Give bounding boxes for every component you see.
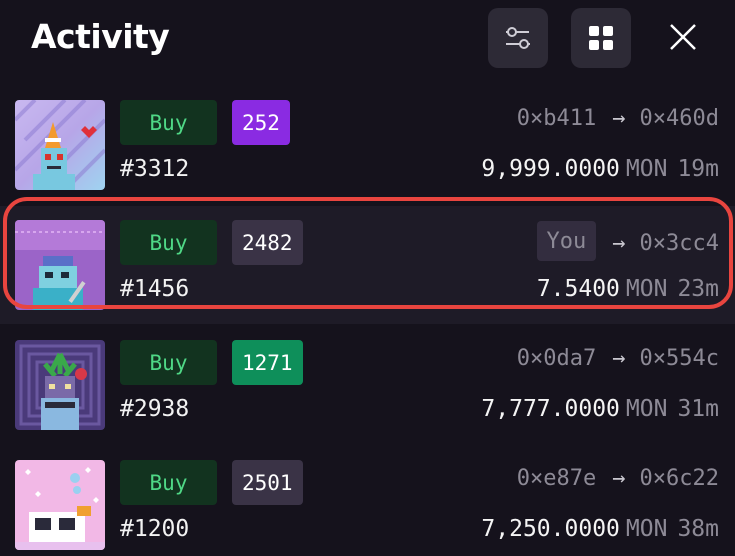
nft-thumbnail[interactable] (15, 220, 105, 310)
type-badge: Buy (120, 220, 217, 265)
price-currency: MON (625, 396, 668, 422)
from-address[interactable]: 0×e87e (517, 466, 596, 491)
token-id[interactable]: #2938 (120, 396, 189, 422)
to-address[interactable]: 0×460d (640, 106, 719, 131)
token-id[interactable]: #1456 (120, 276, 189, 302)
nft-thumbnail[interactable] (15, 460, 105, 550)
rank-badge: 1271 (232, 340, 303, 385)
nft-thumbnail[interactable] (15, 100, 105, 190)
price-currency: MON (625, 516, 668, 542)
from-you-badge: You (536, 221, 597, 261)
panel-header: Activity (0, 0, 735, 80)
nft-thumbnail-icon (15, 220, 105, 310)
rank-badge: 252 (232, 100, 290, 145)
token-id[interactable]: #1200 (120, 516, 189, 542)
grid-icon (589, 26, 613, 50)
activity-row[interactable]: Buy 252 #3312 0×b411 → 0×460d 9,999.0000… (0, 86, 735, 204)
page-title: Activity (31, 17, 170, 56)
arrow-right-icon: → (612, 466, 626, 491)
price-currency: MON (625, 276, 668, 302)
type-badge: Buy (120, 340, 217, 385)
time-ago: 31m (677, 396, 719, 422)
close-icon (670, 24, 696, 50)
nft-thumbnail-icon (15, 460, 105, 550)
close-button[interactable] (660, 14, 706, 60)
time-ago: 19m (677, 156, 719, 182)
activity-row[interactable]: Buy 2501 #1200 0×e87e → 0×6c22 7,250.000… (0, 446, 735, 556)
arrow-right-icon: → (612, 346, 626, 371)
from-address[interactable]: 0×0da7 (517, 346, 596, 371)
token-id[interactable]: #3312 (120, 156, 189, 182)
price-amount: 7.5400 (536, 276, 620, 302)
nft-thumbnail-icon (15, 340, 105, 430)
price-amount: 7,777.0000 (481, 396, 620, 422)
transfer-addresses: 0×0da7 → 0×554c (517, 346, 719, 371)
grid-view-button[interactable] (571, 8, 631, 68)
time-ago: 38m (677, 516, 719, 542)
arrow-right-icon: → (612, 106, 626, 131)
transfer-addresses: 0×e87e → 0×6c22 (517, 466, 719, 491)
rank-badge: 2482 (232, 220, 303, 265)
transfer-addresses: 0×b411 → 0×460d (517, 106, 719, 131)
price-amount: 9,999.0000 (481, 156, 620, 182)
price-currency: MON (625, 156, 668, 182)
sliders-icon (506, 27, 530, 49)
nft-thumbnail-icon (15, 100, 105, 190)
price-info: 9,999.0000 MON 19m (481, 156, 719, 182)
to-address[interactable]: 0×3cc4 (640, 231, 719, 256)
to-address[interactable]: 0×6c22 (640, 466, 719, 491)
from-address[interactable]: 0×b411 (517, 106, 596, 131)
price-amount: 7,250.0000 (481, 516, 620, 542)
price-info: 7.5400 MON 23m (537, 276, 719, 302)
type-badge: Buy (120, 460, 217, 505)
price-info: 7,250.0000 MON 38m (481, 516, 719, 542)
rank-badge: 2501 (232, 460, 303, 505)
type-badge: Buy (120, 100, 217, 145)
to-address[interactable]: 0×554c (640, 346, 719, 371)
time-ago: 23m (677, 276, 719, 302)
nft-thumbnail[interactable] (15, 340, 105, 430)
arrow-right-icon: → (612, 231, 626, 256)
transfer-addresses: You → 0×3cc4 (536, 221, 719, 261)
activity-row[interactable]: Buy 1271 #2938 0×0da7 → 0×554c 7,777.000… (0, 326, 735, 444)
activity-row[interactable]: Buy 2482 #1456 You → 0×3cc4 7.5400 MON 23m (0, 206, 735, 324)
price-info: 7,777.0000 MON 31m (481, 396, 719, 422)
filter-button[interactable] (488, 8, 548, 68)
